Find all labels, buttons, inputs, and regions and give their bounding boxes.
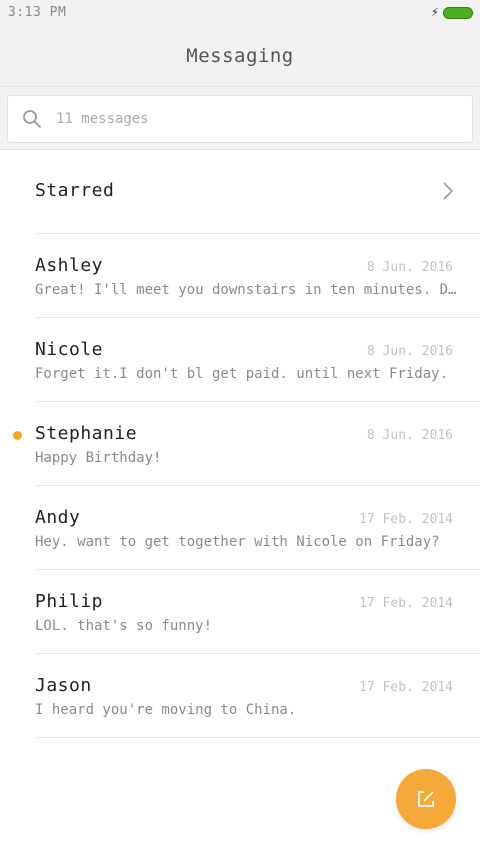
contact-name: Philip [35,591,104,612]
divider [35,737,480,738]
compose-icon [418,791,434,807]
conversation-item-nicole[interactable]: Nicole 8 Jun. 2016 Forget it.I don't bl … [0,318,480,402]
conversation-item-jason[interactable]: Jason 17 Feb. 2014 I heard you're moving… [0,654,480,738]
contact-name: Nicole [35,339,104,360]
contact-name: Jason [35,675,92,696]
message-date: 8 Jun. 2016 [366,260,453,275]
starred-label: Starred [35,180,115,201]
message-preview: Hey. want to get together with Nicole on… [35,534,440,550]
conversation-item-andy[interactable]: Andy 17 Feb. 2014 Hey. want to get toget… [0,486,480,570]
message-date: 17 Feb. 2014 [359,596,453,611]
message-preview: LOL. that's so funny! [35,618,213,634]
compose-button[interactable] [396,769,456,829]
message-date: 8 Jun. 2016 [366,428,453,443]
search-icon [23,110,41,128]
chevron-right-icon [443,182,454,200]
contact-name: Stephanie [35,423,138,444]
starred-row[interactable]: Starred [0,150,480,234]
app-header: Messaging [0,26,480,87]
message-preview: Great! I'll meet you downstairs in ten m… [35,282,460,298]
search-box[interactable] [7,95,473,143]
contact-name: Ashley [35,255,104,276]
message-preview: Forget it.I don't bl get paid. until nex… [35,366,449,382]
charging-icon: ⚡ [431,5,439,20]
conversation-item-ashley[interactable]: Ashley 8 Jun. 2016 Great! I'll meet you … [0,234,480,318]
status-icons: ⚡ [431,6,473,20]
unread-indicator [13,431,22,440]
page-title: Messaging [186,45,294,67]
message-date: 17 Feb. 2014 [359,512,453,527]
message-preview: I heard you're moving to China. [35,702,297,718]
battery-icon [443,7,473,19]
message-date: 8 Jun. 2016 [366,344,453,359]
message-preview: Happy Birthday! [35,450,162,466]
contact-name: Andy [35,507,81,528]
conversation-item-stephanie[interactable]: Stephanie 8 Jun. 2016 Happy Birthday! [0,402,480,486]
search-bar [0,87,480,150]
message-date: 17 Feb. 2014 [359,680,453,695]
conversation-item-philip[interactable]: Philip 17 Feb. 2014 LOL. that's so funny… [0,570,480,654]
search-input[interactable] [54,110,458,128]
status-time: 3:13 PM [8,5,67,20]
status-bar: 3:13 PM ⚡ [0,0,480,26]
